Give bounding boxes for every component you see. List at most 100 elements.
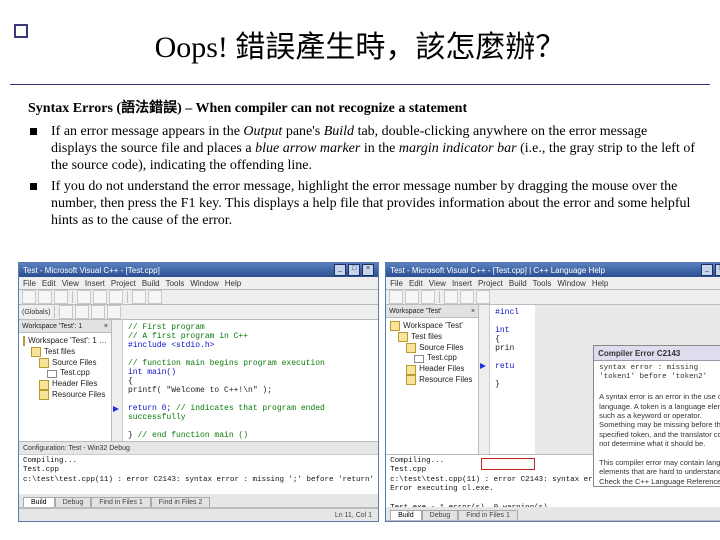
toolbar-button[interactable] bbox=[91, 305, 105, 319]
menu-item[interactable]: Insert bbox=[85, 279, 105, 288]
margin-indicator-bar bbox=[112, 320, 123, 441]
tab-build[interactable]: Build bbox=[390, 510, 422, 520]
tree-row[interactable]: Header Files bbox=[390, 364, 474, 375]
menu-item[interactable]: View bbox=[429, 279, 446, 288]
toolbar-button[interactable] bbox=[444, 290, 458, 304]
maximize-button[interactable]: □ bbox=[715, 264, 720, 276]
toolbar-button[interactable] bbox=[148, 290, 162, 304]
toolbar bbox=[386, 290, 720, 305]
menu-item[interactable]: Window bbox=[190, 279, 218, 288]
workarea: Workspace 'Test' × Workspace 'Test' Test… bbox=[386, 305, 720, 454]
code-line bbox=[495, 353, 531, 362]
tree-row[interactable]: Test files bbox=[390, 332, 474, 343]
toolbar-button[interactable] bbox=[38, 290, 52, 304]
toolbar-button[interactable] bbox=[22, 290, 36, 304]
file-tree: Workspace 'Test': 1 … Test files Source … bbox=[19, 333, 111, 404]
menu-item[interactable]: Build bbox=[142, 279, 160, 288]
tab-debug[interactable]: Debug bbox=[55, 497, 92, 507]
help-body[interactable]: syntax error : missing 'token1' before '… bbox=[594, 361, 720, 486]
screenshot-row: Test - Microsoft Visual C++ - [Test.cpp]… bbox=[18, 262, 702, 522]
code-line bbox=[128, 422, 374, 431]
code-editor[interactable]: // First program // A first program in C… bbox=[112, 320, 378, 441]
tree-row[interactable]: Workspace 'Test': 1 … bbox=[23, 336, 107, 347]
code-line: // First program bbox=[128, 323, 205, 332]
slide-horizontal-rule bbox=[10, 84, 710, 85]
menu-item[interactable]: View bbox=[62, 279, 79, 288]
folder-icon bbox=[398, 332, 408, 342]
menu-item[interactable]: Project bbox=[478, 279, 503, 288]
cursor-position: Ln 11, Col 1 bbox=[335, 512, 372, 519]
menu-item[interactable]: Help bbox=[225, 279, 241, 288]
toolbar-button[interactable] bbox=[59, 305, 73, 319]
slide-title: Oops! 錯誤產生時，該怎麼辦？ bbox=[0, 22, 720, 66]
tree-row[interactable]: Test files bbox=[23, 347, 107, 358]
tab-find2[interactable]: Find in Files 2 bbox=[151, 497, 211, 507]
code-line: } bbox=[495, 380, 531, 389]
toolbar-separator bbox=[127, 291, 128, 303]
menu-item[interactable]: Tools bbox=[533, 279, 552, 288]
help-line: A syntax error is an error in the use of… bbox=[599, 392, 720, 448]
maximize-button[interactable]: □ bbox=[348, 264, 360, 276]
toolbar-button[interactable] bbox=[421, 290, 435, 304]
toolbar-button[interactable] bbox=[405, 290, 419, 304]
code-line bbox=[128, 350, 374, 359]
code-comment: // end function main () bbox=[138, 431, 248, 440]
menu-item[interactable]: File bbox=[390, 279, 403, 288]
output-caption: Configuration: Test - Win32 Debug bbox=[19, 442, 378, 455]
toolbar-button[interactable] bbox=[132, 290, 146, 304]
menu-item[interactable]: Insert bbox=[452, 279, 472, 288]
minimize-button[interactable]: _ bbox=[334, 264, 346, 276]
tree-row[interactable]: Resource Files bbox=[390, 375, 474, 386]
panel-close-icon[interactable]: × bbox=[104, 323, 108, 330]
toolbar-button[interactable] bbox=[107, 305, 121, 319]
menu-item[interactable]: Help bbox=[592, 279, 608, 288]
workspace-header: Workspace 'Test': 1 × bbox=[19, 320, 111, 333]
tab-debug[interactable]: Debug bbox=[422, 510, 459, 520]
tab-find1[interactable]: Find in Files 1 bbox=[458, 510, 518, 520]
tree-row[interactable]: Header Files bbox=[23, 379, 107, 390]
menubar: File Edit View Insert Project Build Tool… bbox=[386, 277, 720, 290]
titlebar: Test - Microsoft Visual C++ - [Test.cpp]… bbox=[386, 263, 720, 277]
menubar: File Edit View Insert Project Build Tool… bbox=[19, 277, 378, 290]
tree-row[interactable]: Resource Files bbox=[23, 390, 107, 401]
toolbar-button[interactable] bbox=[75, 305, 89, 319]
toolbar-button[interactable] bbox=[93, 290, 107, 304]
bullet-marker bbox=[30, 183, 37, 190]
toolbar-button[interactable] bbox=[54, 290, 68, 304]
folder-icon bbox=[31, 347, 41, 357]
menu-item[interactable]: Edit bbox=[409, 279, 423, 288]
toolbar-button[interactable] bbox=[77, 290, 91, 304]
tree-row[interactable]: Test.cpp bbox=[390, 353, 474, 364]
tab-build[interactable]: Build bbox=[23, 497, 55, 507]
tree-row[interactable]: Source Files bbox=[390, 343, 474, 354]
tree-row[interactable]: Test.cpp bbox=[23, 368, 107, 379]
menu-item[interactable]: File bbox=[23, 279, 36, 288]
tree-row[interactable]: Source Files bbox=[23, 358, 107, 369]
code-line: return 0; bbox=[128, 404, 176, 413]
code-line: #incl bbox=[495, 308, 531, 317]
code-line: prin bbox=[495, 344, 531, 353]
menu-item[interactable]: Window bbox=[557, 279, 585, 288]
margin-indicator-bar bbox=[479, 305, 490, 454]
menu-item[interactable]: Tools bbox=[166, 279, 185, 288]
panel-close-icon[interactable]: × bbox=[471, 308, 475, 315]
code-line bbox=[495, 317, 531, 326]
toolbar-button[interactable] bbox=[476, 290, 490, 304]
tree-row[interactable]: Workspace 'Test' bbox=[390, 321, 474, 332]
code-editor[interactable]: #incl int { prin retu } bbox=[479, 305, 535, 454]
code-line: int bbox=[495, 326, 531, 335]
toolbar bbox=[19, 290, 378, 305]
menu-item[interactable]: Project bbox=[111, 279, 136, 288]
menu-item[interactable]: Build bbox=[509, 279, 527, 288]
menu-item[interactable]: Edit bbox=[42, 279, 56, 288]
toolbar-button[interactable] bbox=[460, 290, 474, 304]
minimize-button[interactable]: _ bbox=[701, 264, 713, 276]
folder-icon bbox=[39, 358, 49, 368]
output-body[interactable]: Compiling... Test.cpp c:\test\test.cpp(1… bbox=[19, 455, 378, 494]
toolbar-button[interactable] bbox=[109, 290, 123, 304]
tab-find1[interactable]: Find in Files 1 bbox=[91, 497, 151, 507]
toolbar-button[interactable] bbox=[389, 290, 403, 304]
workspace-title: Workspace 'Test': 1 bbox=[22, 323, 82, 330]
bullet-item: If an error message appears in the Outpu… bbox=[28, 123, 696, 174]
close-button[interactable]: × bbox=[362, 264, 374, 276]
